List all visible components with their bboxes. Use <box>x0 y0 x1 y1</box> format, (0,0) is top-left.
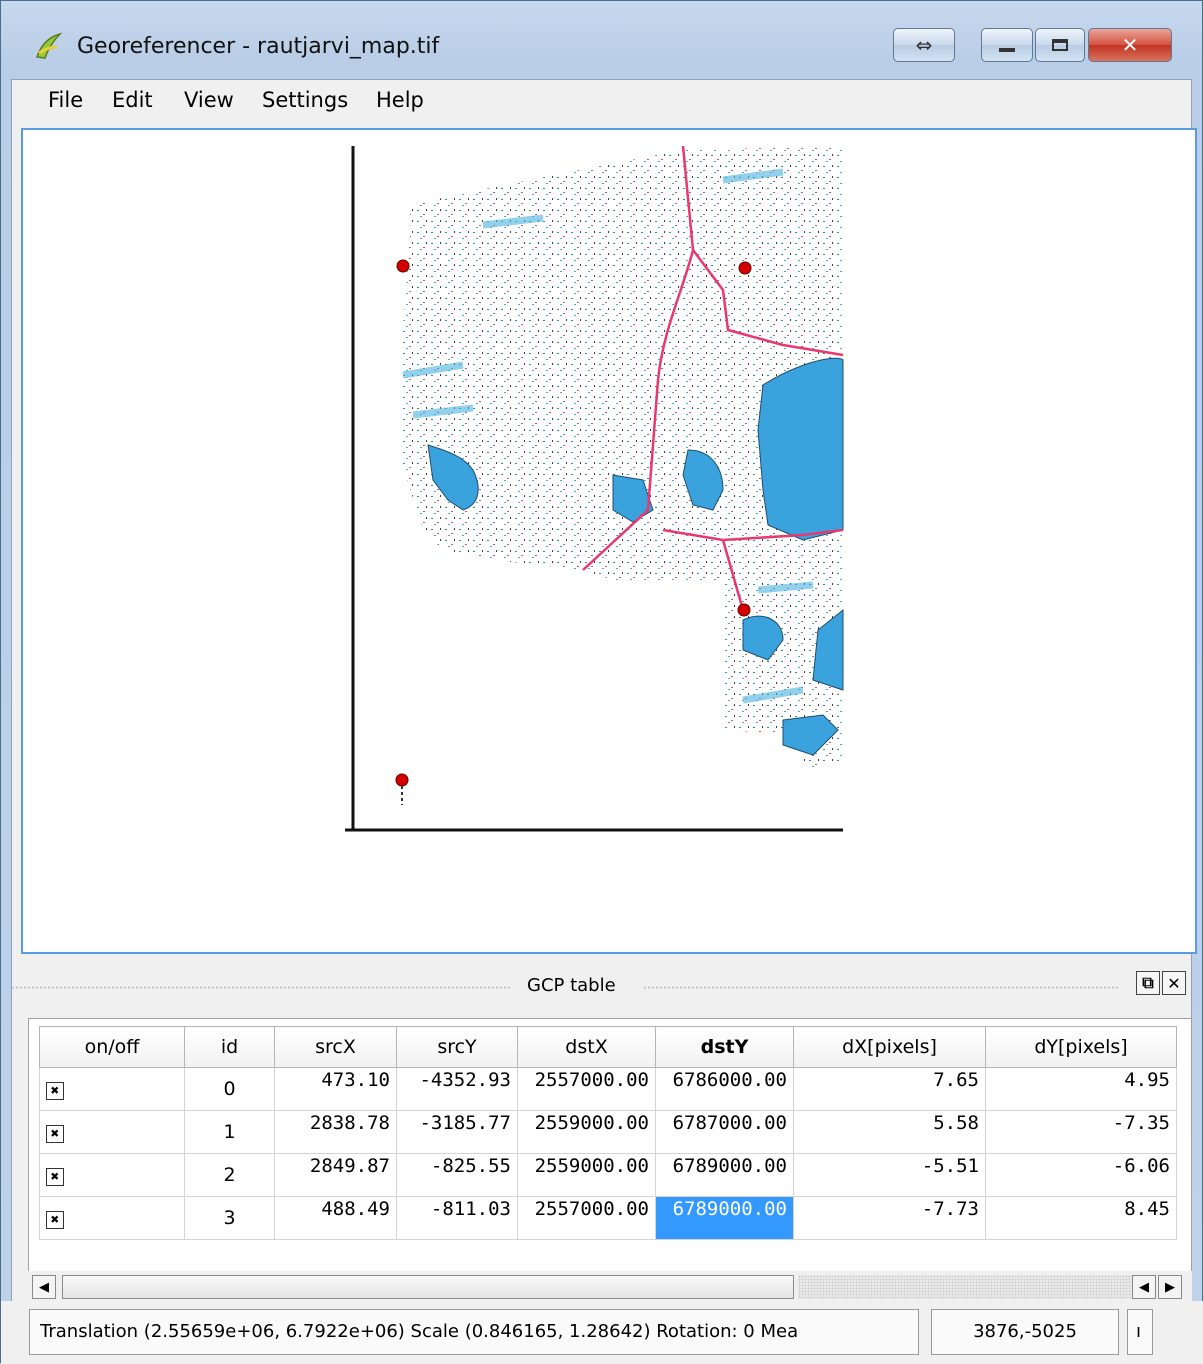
column-header[interactable]: srcX <box>274 1026 397 1068</box>
table-row[interactable]: ✖ 1 2838.78 -3185.77 2559000.00 6787000.… <box>39 1110 1177 1154</box>
menu-edit[interactable]: Edit <box>112 88 153 112</box>
srcy-cell[interactable]: -811.03 <box>396 1196 518 1240</box>
coordinates-display: 3876,-5025 <box>931 1309 1119 1355</box>
id-cell[interactable]: 3 <box>184 1196 275 1240</box>
gcp-table-grid: on/off id srcX srcY dstX dstY dX[pixels]… <box>39 1026 1177 1240</box>
dsty-cell[interactable]: 6786000.00 <box>655 1067 794 1111</box>
column-header[interactable]: srcY <box>396 1026 518 1068</box>
arrow-right-icon: ▶ <box>1165 1279 1175 1295</box>
status-bar: Translation (2.55659e+06, 6.7922e+06) Sc… <box>1 1301 1203 1364</box>
dx-cell[interactable]: -7.73 <box>793 1196 986 1240</box>
raster-map-image <box>23 130 1195 952</box>
scrollbar-thumb[interactable] <box>62 1275 794 1299</box>
scroll-left-button-2[interactable]: ◀ <box>1132 1275 1156 1299</box>
table-row[interactable]: ✖ 3 488.49 -811.03 2557000.00 6789000.00… <box>39 1196 1177 1240</box>
horizontal-scrollbar[interactable]: ◀ ◀ ▶ <box>28 1271 1192 1303</box>
column-header[interactable]: dY[pixels] <box>985 1026 1177 1068</box>
gcp-table[interactable]: on/off id srcX srcY dstX dstY dX[pixels]… <box>28 1018 1192 1310</box>
close-button[interactable]: ✕ <box>1088 28 1172 62</box>
scroll-right-button[interactable]: ▶ <box>1158 1275 1182 1299</box>
scrollbar-track[interactable] <box>798 1275 1150 1299</box>
gcp-dock-title: GCP table <box>521 975 622 996</box>
dy-cell[interactable]: -6.06 <box>985 1153 1177 1197</box>
float-icon: ⧉ <box>1142 973 1154 992</box>
srcy-cell[interactable]: -825.55 <box>396 1153 518 1197</box>
gcp-dock-title-bar[interactable]: GCP table ⧉ ✕ <box>11 969 1192 1003</box>
menu-file[interactable]: File <box>48 88 83 112</box>
dy-cell[interactable]: 8.45 <box>985 1196 1177 1240</box>
minimize-button[interactable] <box>981 28 1033 62</box>
crs-status-indicator[interactable]: ı <box>1127 1309 1153 1355</box>
enabled-checkbox[interactable]: ✖ <box>46 1168 64 1186</box>
enabled-checkbox[interactable]: ✖ <box>46 1082 64 1100</box>
dx-cell[interactable]: 5.58 <box>793 1110 986 1154</box>
dstx-cell[interactable]: 2559000.00 <box>517 1110 656 1154</box>
enabled-cell[interactable]: ✖ <box>39 1067 185 1111</box>
maximize-button[interactable] <box>1035 28 1085 62</box>
map-canvas[interactable] <box>21 128 1197 954</box>
dy-cell[interactable]: -7.35 <box>985 1110 1177 1154</box>
dx-cell[interactable]: -5.51 <box>793 1153 986 1197</box>
scroll-left-button[interactable]: ◀ <box>32 1275 56 1299</box>
column-header[interactable]: id <box>184 1026 275 1068</box>
dstx-cell[interactable]: 2557000.00 <box>517 1196 656 1240</box>
title-bar[interactable]: Georeferencer - rautjarvi_map.tif ⇔ ✕ <box>1 1 1202 79</box>
dock-grip <box>643 986 1119 989</box>
dsty-cell-selected[interactable]: 6789000.00 <box>655 1196 794 1240</box>
transform-info-label: Translation (2.55659e+06, 6.7922e+06) Sc… <box>29 1309 919 1355</box>
column-header-sorted[interactable]: dstY <box>655 1026 794 1068</box>
id-cell[interactable]: 2 <box>184 1153 275 1197</box>
table-header-row: on/off id srcX srcY dstX dstY dX[pixels]… <box>39 1026 1177 1068</box>
menu-view[interactable]: View <box>184 88 234 112</box>
srcx-cell[interactable]: 2849.87 <box>274 1153 397 1197</box>
dock-grip <box>11 986 511 989</box>
qgis-logo-icon <box>35 32 63 59</box>
enabled-checkbox[interactable]: ✖ <box>46 1125 64 1143</box>
dsty-cell[interactable]: 6789000.00 <box>655 1153 794 1197</box>
srcy-cell[interactable]: -3185.77 <box>396 1110 518 1154</box>
maximize-icon <box>1052 39 1068 51</box>
arrow-left-icon: ◀ <box>1139 1279 1149 1295</box>
gcp-table-dock: GCP table ⧉ ✕ on/off id srcX srcY dstX d… <box>11 969 1192 1354</box>
enabled-cell[interactable]: ✖ <box>39 1153 185 1197</box>
dstx-cell[interactable]: 2557000.00 <box>517 1067 656 1111</box>
column-header[interactable]: dX[pixels] <box>793 1026 986 1068</box>
column-header[interactable]: dstX <box>517 1026 656 1068</box>
window-title: Georeferencer - rautjarvi_map.tif <box>77 34 440 59</box>
srcx-cell[interactable]: 473.10 <box>274 1067 397 1111</box>
dy-cell[interactable]: 4.95 <box>985 1067 1177 1111</box>
srcx-cell[interactable]: 488.49 <box>274 1196 397 1240</box>
minimize-icon <box>999 48 1015 52</box>
dstx-cell[interactable]: 2559000.00 <box>517 1153 656 1197</box>
id-cell[interactable]: 0 <box>184 1067 275 1111</box>
dsty-cell[interactable]: 6787000.00 <box>655 1110 794 1154</box>
menu-settings[interactable]: Settings <box>262 88 348 112</box>
dx-cell[interactable]: 7.65 <box>793 1067 986 1111</box>
menu-bar: File Edit View Settings Help <box>12 80 1191 122</box>
arrow-left-icon: ◀ <box>39 1279 49 1295</box>
menu-help[interactable]: Help <box>376 88 424 112</box>
enabled-cell[interactable]: ✖ <box>39 1110 185 1154</box>
dock-close-button[interactable]: ✕ <box>1162 971 1186 995</box>
enabled-cell[interactable]: ✖ <box>39 1196 185 1240</box>
table-row[interactable]: ✖ 2 2849.87 -825.55 2559000.00 6789000.0… <box>39 1153 1177 1197</box>
restore-layout-button[interactable]: ⇔ <box>893 28 955 62</box>
column-header[interactable]: on/off <box>39 1026 185 1068</box>
close-icon: ✕ <box>1167 973 1181 993</box>
srcx-cell[interactable]: 2838.78 <box>274 1110 397 1154</box>
enabled-checkbox[interactable]: ✖ <box>46 1211 64 1229</box>
srcy-cell[interactable]: -4352.93 <box>396 1067 518 1111</box>
id-cell[interactable]: 1 <box>184 1110 275 1154</box>
dock-float-button[interactable]: ⧉ <box>1136 971 1160 995</box>
table-row[interactable]: ✖ 0 473.10 -4352.93 2557000.00 6786000.0… <box>39 1067 1177 1111</box>
georeferencer-window: Georeferencer - rautjarvi_map.tif ⇔ ✕ Fi… <box>0 0 1203 1364</box>
